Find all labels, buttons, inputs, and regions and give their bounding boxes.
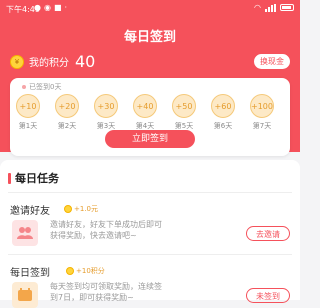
task-desc-line: 到7日，即可获得奖励~	[50, 293, 134, 302]
task-desc-line: 获得奖励，快去邀请吧~	[50, 231, 137, 240]
tasks-title: 每日任务	[8, 170, 59, 186]
task-reward-label: +1.0元	[74, 205, 98, 213]
app-icon: ■	[53, 3, 62, 12]
reward-coin: +40	[133, 94, 157, 118]
page-title: 每日签到	[123, 30, 176, 45]
day-item: +60 第6天	[209, 94, 237, 131]
daily-tasks-panel: 每日任务 邀请好友 +1.0元 邀请好友，好友下单成功后即可 获得奖励，快去邀请…	[0, 160, 300, 308]
points-value: 40	[75, 52, 96, 71]
day-item: +30 第3天	[92, 94, 120, 131]
sign-in-button[interactable]: 立即签到	[105, 130, 195, 148]
message-icon: ●	[34, 3, 41, 12]
day-item: +40 第4天	[131, 94, 159, 131]
exchange-cash-button[interactable]: 换现金	[254, 54, 290, 69]
reward-coin: +100	[250, 94, 274, 118]
dot-icon	[22, 85, 26, 89]
status-right: ◠	[254, 3, 294, 12]
more-icon: ·	[64, 3, 68, 12]
not-signed-button[interactable]: 未签到	[246, 288, 290, 303]
status-bar: 下午4:49 ● ◉ ■ · ◠	[0, 0, 300, 18]
reward-coin: +10	[16, 94, 40, 118]
tasks-title-label: 每日任务	[15, 172, 59, 185]
task-name: 每日签到	[10, 268, 50, 279]
coin-icon: ¥	[10, 54, 24, 69]
task-description: 邀请好友，好友下单成功后即可 获得奖励，快去邀请吧~	[50, 219, 180, 241]
coin-icon	[66, 267, 74, 275]
notification-icons: ● ◉ ■ ·	[34, 3, 67, 12]
battery-icon	[280, 4, 294, 11]
task-reward: +10积分	[66, 266, 105, 276]
wifi-icon: ◠	[254, 3, 261, 12]
points-row: ¥ 我的积分 40	[10, 52, 95, 71]
signal-icon	[265, 3, 276, 12]
task-reward-label: +10积分	[76, 267, 105, 275]
task-desc-line: 每天签到均可领取奖励，连续签	[50, 282, 162, 291]
day-label: 第7天	[252, 122, 272, 130]
checkin-card: 已签到0天 +10 第1天 +20 第2天 +30 第3天 +40 第4天 +5…	[10, 78, 290, 156]
day-item: +10 第1天	[14, 94, 42, 131]
reward-coin: +60	[211, 94, 235, 118]
group-icon	[12, 220, 38, 246]
signed-days-label: 已签到0天	[29, 83, 62, 91]
day-item: +100 第7天	[248, 94, 276, 131]
task-desc-line: 邀请好友，好友下单成功后即可	[50, 220, 162, 229]
calendar-icon	[12, 282, 38, 308]
day-label: 第1天	[18, 122, 38, 130]
divider	[8, 254, 292, 255]
coin-icon	[64, 205, 72, 213]
points-label: 我的积分	[29, 58, 69, 69]
invite-button[interactable]: 去邀请	[246, 226, 290, 241]
day-label: 第6天	[213, 122, 233, 130]
signed-days: 已签到0天	[22, 82, 61, 92]
chat-icon: ◉	[43, 3, 51, 12]
divider	[8, 192, 292, 193]
day-item: +20 第2天	[53, 94, 81, 131]
reward-coin: +30	[94, 94, 118, 118]
reward-coin: +20	[55, 94, 79, 118]
task-name: 邀请好友	[10, 206, 50, 217]
title-bar	[8, 172, 11, 184]
day-item: +50 第5天	[170, 94, 198, 131]
day-label: 第2天	[57, 122, 77, 130]
reward-coin: +50	[172, 94, 196, 118]
task-reward: +1.0元	[64, 204, 98, 214]
